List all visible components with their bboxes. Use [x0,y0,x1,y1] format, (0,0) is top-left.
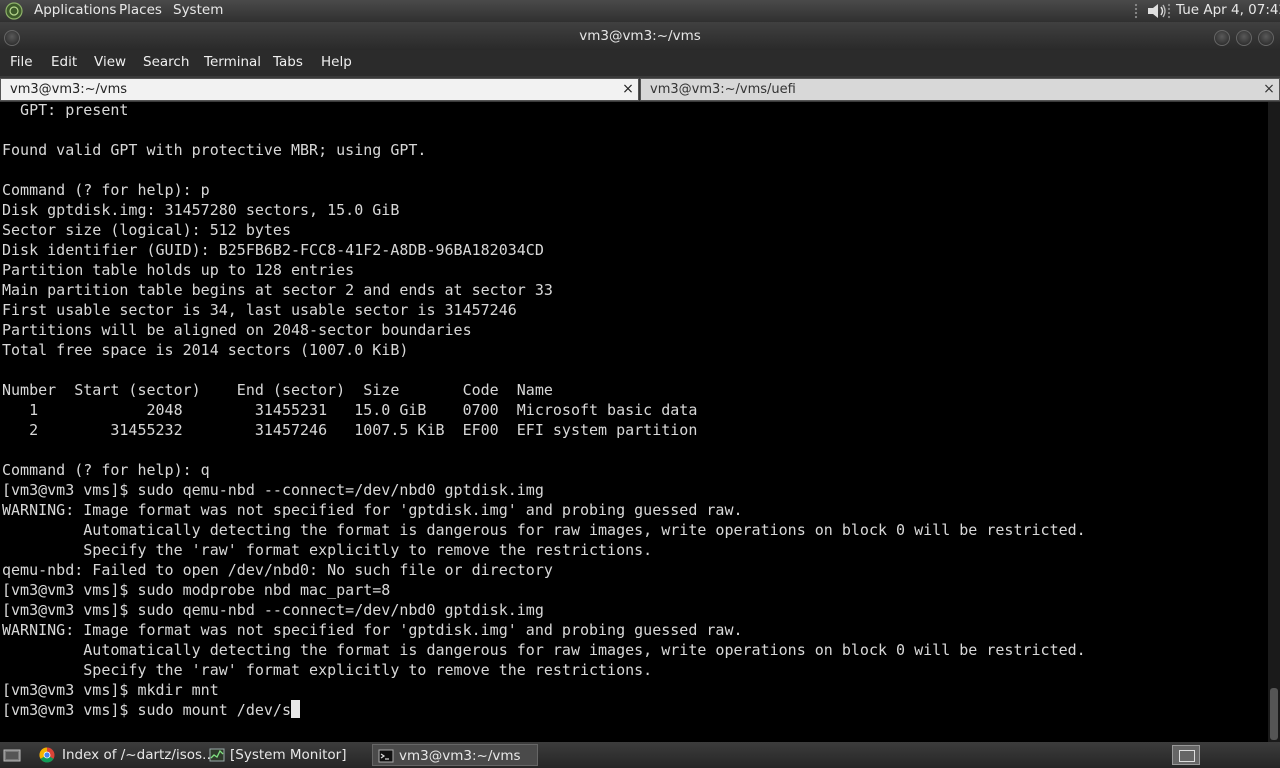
terminal-line: WARNING: Image format was not specified … [2,621,743,639]
menu-terminal[interactable]: Terminal [204,54,261,70]
terminal-line: Total free space is 2014 sectors (1007.0… [2,341,409,359]
terminal-icon [378,749,394,763]
terminal-line: Disk identifier (GUID): B25FB6B2-FCC8-41… [2,241,544,259]
terminal-line: [vm3@vm3 vms]$ sudo modprobe nbd mac_par… [2,581,391,599]
terminal-text: GPT: present Found valid GPT with protec… [2,102,1086,720]
terminal-line: Automatically detecting the format is da… [2,641,1086,659]
tab-close-icon[interactable]: × [1262,81,1276,97]
tab-label: vm3@vm3:~/vms/uefi [650,82,796,97]
task-browser[interactable]: Index of /~dartz/isos… [34,744,216,766]
close-window-button[interactable] [1258,30,1274,46]
task-system-monitor[interactable]: [System Monitor] [204,744,370,766]
terminal-scrollbar[interactable] [1268,102,1280,742]
tab-label: vm3@vm3:~/vms [10,82,128,97]
terminal-line: Disk gptdisk.img: 31457280 sectors, 15.0… [2,201,400,219]
maximize-button[interactable] [1236,30,1252,46]
terminal-line: Partitions will be aligned on 2048-secto… [2,321,472,339]
volume-icon[interactable] [1145,1,1169,21]
terminal-output[interactable]: GPT: present Found valid GPT with protec… [0,102,1268,742]
gnome-foot-icon[interactable] [4,2,24,20]
terminal-line: Number Start (sector) End (sector) Size … [2,381,553,399]
task-label: [System Monitor] [230,747,347,763]
applications-menu[interactable]: Applications [34,2,116,18]
terminal-line: Partition table holds up to 128 entries [2,261,355,279]
terminal-line: Sector size (logical): 512 bytes [2,221,291,239]
minimize-button[interactable] [1214,30,1230,46]
panel-handle [1167,3,1171,19]
task-label: vm3@vm3:~/vms [399,748,521,764]
task-label: Index of /~dartz/isos… [62,747,216,763]
terminal-current-input: [vm3@vm3 vms]$ sudo mount /dev/s [2,701,291,719]
terminal-line: WARNING: Image format was not specified … [2,501,743,519]
terminal-line: Command (? for help): q [2,461,210,479]
terminal-line: Command (? for help): p [2,181,210,199]
terminal-line: Specify the 'raw' format explicitly to r… [2,541,653,559]
terminal-line: Found valid GPT with protective MBR; usi… [2,141,427,159]
top-panel: Applications Places System Tue Apr 4, 07… [0,0,1280,22]
menu-file[interactable]: File [10,54,33,70]
tab-vms[interactable]: vm3@vm3:~/vms × [0,78,639,101]
terminal-line: 1 2048 31455231 15.0 GiB 0700 Microsoft … [2,401,698,419]
text-cursor [290,700,300,718]
terminal-line: Automatically detecting the format is da… [2,521,1086,539]
terminal-line: [vm3@vm3 vms]$ sudo qemu-nbd --connect=/… [2,481,544,499]
menu-tabs[interactable]: Tabs [273,54,303,70]
terminal-line: [vm3@vm3 vms]$ mkdir mnt [2,681,219,699]
show-desktop-icon[interactable] [2,745,22,765]
terminal-line: First usable sector is 34, last usable s… [2,301,517,319]
terminal-line: [vm3@vm3 vms]$ sudo qemu-nbd --connect=/… [2,601,544,619]
system-menu[interactable]: System [173,2,223,18]
terminal-line: GPT: present [2,102,129,119]
window-titlebar[interactable]: vm3@vm3:~/vms [0,22,1280,50]
system-monitor-icon [209,748,225,762]
menu-bar: File Edit View Search Terminal Tabs Help [0,50,1280,76]
places-menu[interactable]: Places [119,2,162,18]
menu-view[interactable]: View [94,54,126,70]
menu-help[interactable]: Help [321,54,352,70]
workspace-switcher[interactable] [1172,745,1200,765]
panel-handle [1134,3,1138,19]
clock[interactable]: Tue Apr 4, 07:42 [1176,2,1280,18]
tab-bar: vm3@vm3:~/vms × vm3@vm3:~/vms/uefi × [0,76,1280,102]
task-terminal[interactable]: vm3@vm3:~/vms [372,744,538,766]
terminal-prompt-line[interactable]: [vm3@vm3 vms]$ sudo mount /dev/s [2,700,1086,720]
terminal-line: Main partition table begins at sector 2 … [2,281,553,299]
scrollbar-thumb[interactable] [1270,688,1278,740]
window-title: vm3@vm3:~/vms [579,28,701,44]
terminal-line: Specify the 'raw' format explicitly to r… [2,661,653,679]
chrome-icon [39,747,55,763]
terminal-line: 2 31455232 31457246 1007.5 KiB EF00 EFI … [2,421,698,439]
tab-vms-uefi[interactable]: vm3@vm3:~/vms/uefi × [640,78,1280,101]
tab-close-icon[interactable]: × [621,81,635,97]
bottom-panel: Index of /~dartz/isos… [System Monitor] … [0,742,1280,768]
terminal-line: qemu-nbd: Failed to open /dev/nbd0: No s… [2,561,553,579]
menu-edit[interactable]: Edit [51,54,77,70]
menu-search[interactable]: Search [143,54,189,70]
